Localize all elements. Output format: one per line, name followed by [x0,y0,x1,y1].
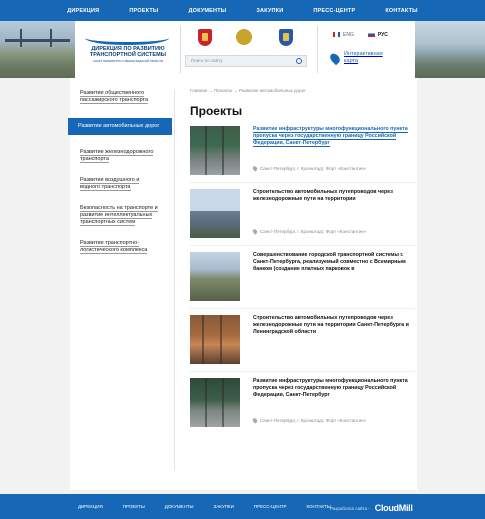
project-title[interactable]: Совершенствование городской транспортной… [253,252,411,273]
project-title[interactable]: Развитие инфраструктуры многофункциональ… [253,378,411,399]
nav-projects[interactable]: ПРОЕКТЫ [129,8,158,14]
footer-nav-contacts[interactable]: КОНТАКТЫ [306,504,330,509]
project-item[interactable]: Строительство автомобильных путепроводов… [190,189,415,252]
lang-ru[interactable]: РУС [367,32,388,38]
project-list: Развитие инфраструктуры многофункциональ… [190,126,415,441]
project-item[interactable]: Развитие инфраструктуры многофункциональ… [190,378,410,441]
russia-coat-of-arms-icon [198,29,212,46]
project-title[interactable]: Развитие инфраструктуры многофункциональ… [253,126,411,147]
footer-navigation: ДИРЕКЦИЯ ПРОЕКТЫ ДОКУМЕНТЫ ЗАКУПКИ ПРЕСС… [78,504,331,509]
sidebar-item-logistics[interactable]: Развитие транспортно-логистического комп… [70,240,170,254]
sidebar-item-public-transport[interactable]: Развитие общественного пассажирского тра… [70,90,170,104]
language-switcher: ENG РУС [333,32,388,38]
top-navigation: ДИРЕКЦИЯ ПРОЕКТЫ ДОКУМЕНТЫ ЗАКУПКИ ПРЕСС… [0,0,485,21]
location-pin-icon [251,228,259,235]
nav-press-center[interactable]: ПРЕСС-ЦЕНТР [313,8,355,14]
footer-nav-documents[interactable]: ДОКУМЕНТЫ [165,504,194,509]
project-location: Санкт-Петербург, г. Кронштадт, Форт «Кон… [251,228,366,235]
logo-subtitle: САНКТ-ПЕТЕРБУРГА И ЛЕНИНГРАДСКОЙ ОБЛАСТИ [92,59,164,63]
header-photo-river [415,21,485,78]
nav-contacts[interactable]: КОНТАКТЫ [385,8,417,14]
uk-flag-icon [333,32,340,38]
footer-nav-purchases[interactable]: ЗАКУПКИ [214,504,234,509]
search-placeholder: Поиск по сайту [191,58,223,63]
footer-nav-directorate[interactable]: ДИРЕКЦИЯ [78,504,103,509]
logo-title: ДИРЕКЦИЯ ПО РАЗВИТИЮ ТРАНСПОРТНОЙ СИСТЕМ… [89,46,167,58]
project-item[interactable]: Развитие инфраструктуры многофункциональ… [190,126,415,189]
breadcrumb[interactable]: Главная → Проекты → Развитие автомобильн… [190,88,410,93]
search-field[interactable]: Поиск по сайту [185,55,307,67]
header-divider [317,26,318,73]
sidebar-item-safety-its[interactable]: Безопасность на транспорте и развитие ин… [70,205,170,226]
header-divider [180,26,181,73]
project-item[interactable]: Совершенствование городской транспортной… [190,252,415,315]
projects-content: Главная → Проекты → Развитие автомобильн… [190,88,415,441]
interactive-map-link[interactable]: Интерактивная карта [328,51,394,65]
nav-documents[interactable]: ДОКУМЕНТЫ [188,8,226,14]
search-icon[interactable] [296,58,302,64]
developer-logo[interactable]: CloudMill [375,503,413,513]
location-pin-icon [251,165,259,172]
site-logo[interactable]: ДИРЕКЦИЯ ПО РАЗВИТИЮ ТРАНСПОРТНОЙ СИСТЕМ… [83,31,173,69]
interactive-map-label: Интерактивная карта [344,51,383,64]
location-pin-icon [251,417,259,424]
developer-label: Разработка сайта - [330,505,370,511]
project-thumbnail[interactable] [190,189,240,238]
footer-nav-projects[interactable]: ПРОЕКТЫ [123,504,145,509]
site-footer: ДИРЕКЦИЯ ПРОЕКТЫ ДОКУМЕНТЫ ЗАКУПКИ ПРЕСС… [0,494,485,519]
main-content: Развитие общественного пассажирского тра… [68,78,417,490]
header-photo-bridge [0,21,75,78]
site-header: ДИРЕКЦИЯ ПО РАЗВИТИЮ ТРАНСПОРТНОЙ СИСТЕМ… [0,21,485,78]
footer-nav-press-center[interactable]: ПРЕСС-ЦЕНТР [254,504,287,509]
project-location: Санкт-Петербург, г. Кронштадт, Форт «Кон… [251,417,366,424]
project-thumbnail[interactable] [190,252,240,301]
page-title: Проекты [190,104,243,118]
header-panel: ДИРЕКЦИЯ ПО РАЗВИТИЮ ТРАНСПОРТНОЙ СИСТЕМ… [75,21,415,78]
nav-purchases[interactable]: ЗАКУПКИ [256,8,283,14]
spb-coat-of-arms-icon [236,29,252,45]
project-thumbnail[interactable] [190,378,240,427]
nav-directorate[interactable]: ДИРЕКЦИЯ [67,8,99,14]
project-location: Санкт-Петербург, г. Кронштадт, Форт «Кон… [251,165,366,172]
sidebar-item-roads[interactable]: Развитие автомобильных дорог [68,118,172,135]
project-title[interactable]: Строительство автомобильных путепроводов… [253,189,411,203]
project-title[interactable]: Строительство автомобильных путепроводов… [253,315,411,336]
project-thumbnail[interactable] [190,126,240,175]
sidebar-divider [174,90,175,470]
lang-en[interactable]: ENG [333,32,354,38]
sidebar-item-air-water[interactable]: Развитие воздушного и водного транспорта [70,177,170,191]
project-thumbnail[interactable] [190,315,240,364]
logo-swoosh-icon [85,31,169,45]
sidebar-item-railway[interactable]: Развитие железнодорожного транспорта [70,149,170,163]
map-pin-icon [328,51,342,65]
project-item[interactable]: Строительство автомобильных путепроводов… [190,315,415,378]
sidebar: Развитие общественного пассажирского тра… [68,90,172,268]
russia-flag-icon [367,32,375,38]
leningrad-oblast-coat-of-arms-icon [279,29,293,46]
developer-credit: Разработка сайта - CloudMill [330,503,413,513]
